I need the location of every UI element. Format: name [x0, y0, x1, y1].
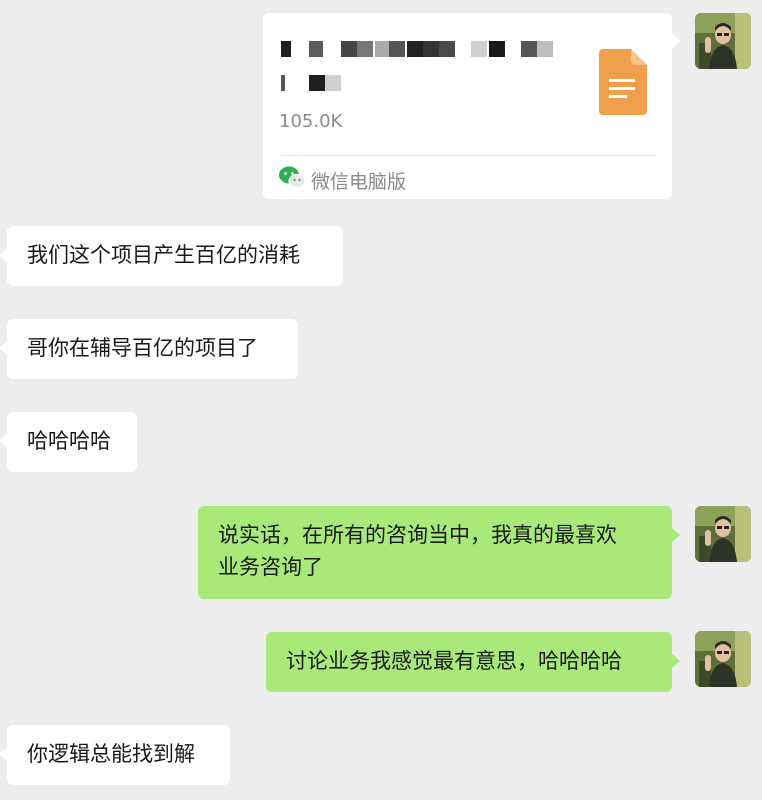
card-divider — [279, 155, 656, 156]
user-avatar[interactable] — [695, 506, 751, 562]
message-line: 业务咨询了 — [218, 555, 323, 579]
file-source-label: 微信电脑版 — [311, 171, 407, 193]
incoming-message[interactable]: 哥你在辅导百亿的项目了 — [0, 319, 298, 379]
outgoing-message[interactable]: 讨论业务我感觉最有意思，哈哈哈哈 — [266, 632, 680, 692]
user-avatar[interactable] — [695, 13, 751, 69]
file-message-card[interactable]: 105.0K 微信电脑版 — [263, 13, 680, 199]
file-size: 105.0K — [279, 111, 343, 132]
avatar-photo — [695, 506, 751, 562]
avatar-photo — [695, 13, 751, 69]
user-avatar[interactable] — [695, 631, 751, 687]
incoming-message[interactable]: 我们这个项目产生百亿的消耗 — [0, 226, 343, 286]
document-file-icon — [599, 49, 647, 115]
incoming-message[interactable]: 哈哈哈哈 — [0, 412, 137, 472]
avatar-photo — [695, 631, 751, 687]
message-line: 说实话，在所有的咨询当中，我真的最喜欢 — [218, 523, 617, 547]
incoming-message[interactable]: 你逻辑总能找到解 — [0, 725, 230, 785]
outgoing-message[interactable]: 说实话，在所有的咨询当中，我真的最喜欢 业务咨询了 — [198, 506, 680, 599]
wechat-logo-icon — [279, 166, 305, 188]
